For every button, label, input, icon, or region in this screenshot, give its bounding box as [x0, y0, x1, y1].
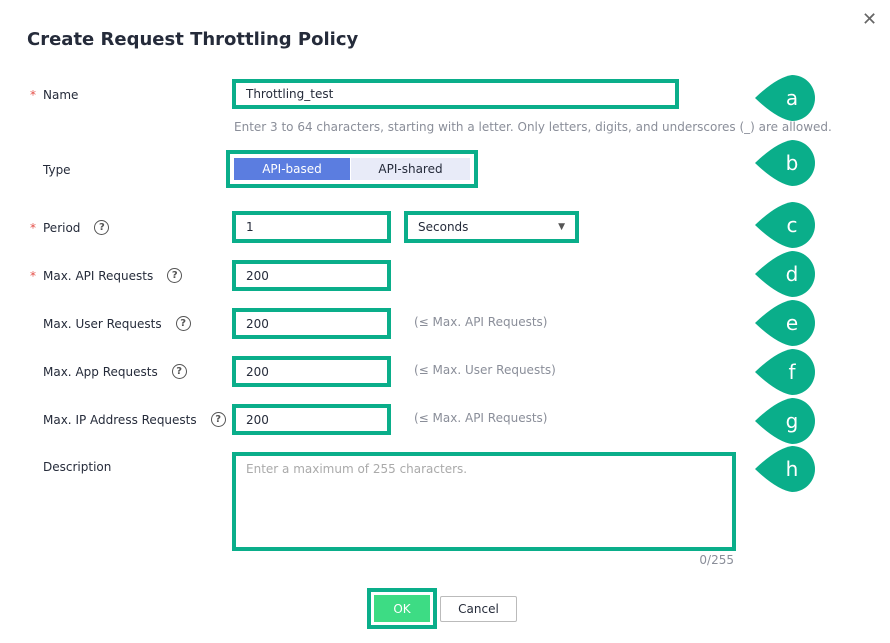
max-api-input[interactable]: 200 [232, 260, 391, 291]
callout-a: a [752, 73, 816, 123]
max-user-value: 200 [246, 316, 269, 331]
required-mark: * [30, 268, 36, 283]
help-icon[interactable]: ? [94, 220, 110, 235]
name-label-text: Name [43, 88, 79, 102]
period-label-text: Period [43, 220, 81, 235]
name-value: Throttling_test [246, 87, 334, 101]
period-value: 1 [246, 220, 254, 234]
help-icon[interactable]: ? [210, 412, 226, 427]
callout-letter: h [786, 457, 799, 481]
description-textarea[interactable]: Enter a maximum of 255 characters. [232, 452, 736, 551]
max-app-input[interactable]: 200 [232, 356, 391, 387]
callout-letter: g [786, 409, 799, 433]
name-hint: Enter 3 to 64 characters, starting with … [234, 120, 832, 134]
max-app-hint: (≤ Max. User Requests) [414, 363, 556, 377]
period-input[interactable]: 1 [232, 211, 391, 243]
callout-letter: c [787, 213, 798, 237]
max-api-value: 200 [246, 268, 269, 283]
period-unit-value: Seconds [418, 220, 469, 234]
max-ip-value: 200 [246, 412, 269, 427]
type-selector: API-based API-shared [226, 150, 478, 188]
callout-d: d [752, 249, 816, 299]
required-mark: * [30, 220, 36, 235]
period-label: * Period? [30, 220, 110, 235]
description-label: Description [43, 460, 112, 474]
callout-e: e [752, 298, 816, 348]
description-placeholder: Enter a maximum of 255 characters. [246, 462, 468, 476]
name-input[interactable]: Throttling_test [232, 79, 679, 109]
callout-b: b [752, 138, 816, 188]
type-option-api-shared[interactable]: API-shared [351, 158, 470, 180]
max-user-hint: (≤ Max. API Requests) [414, 315, 548, 329]
callout-f: f [752, 347, 816, 397]
max-app-label: Max. App Requests? [43, 364, 187, 379]
callout-h: h [752, 444, 816, 494]
type-label: Type [43, 163, 71, 177]
callout-letter: f [788, 360, 796, 384]
callout-c: c [752, 200, 816, 250]
name-label: * Name [30, 88, 79, 102]
max-user-label-text: Max. User Requests [43, 316, 162, 331]
callout-letter: b [786, 151, 799, 175]
help-icon[interactable]: ? [175, 316, 191, 331]
chevron-down-icon: ▼ [558, 222, 565, 232]
close-icon[interactable]: ✕ [862, 9, 877, 30]
cancel-button[interactable]: Cancel [440, 596, 517, 622]
max-api-label: * Max. API Requests? [30, 268, 183, 283]
help-icon[interactable]: ? [171, 364, 187, 379]
callout-letter: e [786, 311, 798, 335]
max-ip-input[interactable]: 200 [232, 404, 391, 435]
max-ip-hint: (≤ Max. API Requests) [414, 411, 548, 425]
callout-letter: a [786, 86, 798, 110]
max-ip-label-text: Max. IP Address Requests [43, 412, 197, 427]
callout-g: g [752, 396, 816, 446]
max-api-label-text: Max. API Requests [43, 268, 154, 283]
max-user-label: Max. User Requests? [43, 316, 191, 331]
create-throttling-policy-dialog: Create Request Throttling Policy ✕ * Name… [0, 0, 890, 643]
max-ip-label: Max. IP Address Requests? [43, 412, 226, 427]
period-unit-select[interactable]: Seconds ▼ [404, 211, 579, 243]
type-option-api-based[interactable]: API-based [234, 158, 350, 180]
max-user-input[interactable]: 200 [232, 308, 391, 339]
required-mark: * [30, 88, 36, 102]
max-app-value: 200 [246, 364, 269, 379]
ok-button[interactable]: OK [374, 595, 430, 622]
callout-letter: d [786, 262, 799, 286]
description-counter: 0/255 [699, 553, 734, 567]
dialog-title: Create Request Throttling Policy [27, 29, 359, 50]
max-app-label-text: Max. App Requests [43, 364, 158, 379]
help-icon[interactable]: ? [167, 268, 183, 283]
ok-button-highlight: OK [367, 588, 437, 629]
